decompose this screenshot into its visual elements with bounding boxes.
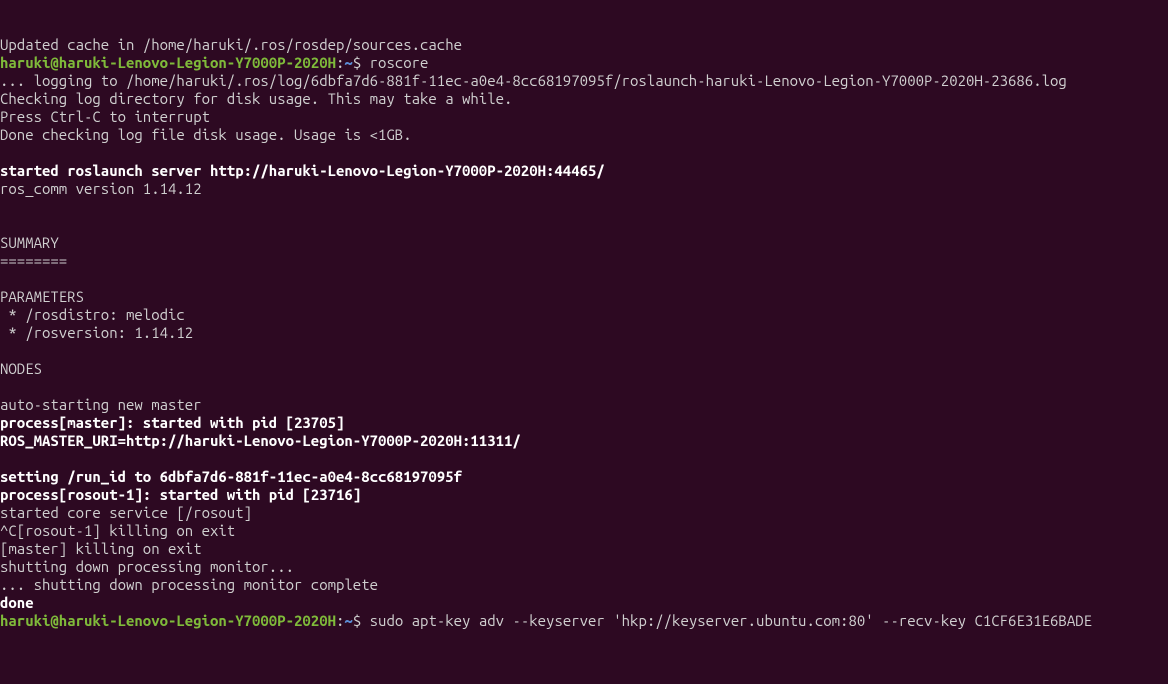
output-line: shutting down processing monitor... — [0, 558, 294, 575]
output-line: Press Ctrl-C to interrupt — [0, 108, 210, 125]
output-line: auto-starting new master — [0, 396, 202, 413]
output-line: ======== — [0, 252, 67, 269]
output-line: SUMMARY — [0, 234, 59, 251]
output-line: started core service [/rosout] — [0, 504, 252, 521]
output-line-bold: started roslaunch server http://haruki-L… — [0, 162, 605, 179]
output-line-bold: done — [0, 594, 34, 611]
output-line: Checking log directory for disk usage. T… — [0, 90, 512, 107]
output-line: [master] killing on exit — [0, 540, 202, 557]
output-line: ... shutting down processing monitor com… — [0, 576, 378, 593]
output-line: NODES — [0, 360, 42, 377]
output-line-bold: setting /run_id to 6dbfa7d6-881f-11ec-a0… — [0, 468, 462, 485]
prompt-end: $ — [353, 612, 370, 629]
prompt-path: ~ — [344, 612, 352, 629]
prompt-user: haruki@haruki-Lenovo-Legion-Y7000P-2020H — [0, 54, 336, 71]
output-line: ^C[rosout-1] killing on exit — [0, 522, 235, 539]
output-line-bold: ROS_MASTER_URI=http://haruki-Lenovo-Legi… — [0, 432, 521, 449]
prompt-path: ~ — [344, 54, 352, 71]
output-line: ros_comm version 1.14.12 — [0, 180, 202, 197]
output-line: * /rosversion: 1.14.12 — [0, 324, 193, 341]
output-line-bold: process[rosout-1]: started with pid [237… — [0, 486, 361, 503]
command-input: roscore — [370, 54, 429, 71]
command-input: sudo apt-key adv --keyserver 'hkp://keys… — [370, 612, 1092, 629]
prompt-user: haruki@haruki-Lenovo-Legion-Y7000P-2020H — [0, 612, 336, 629]
output-line: ... logging to /home/haruki/.ros/log/6db… — [0, 72, 1067, 89]
output-line: PARAMETERS — [0, 288, 84, 305]
prompt-sep: : — [336, 612, 344, 629]
output-line: Updated cache in /home/haruki/.ros/rosde… — [0, 36, 462, 53]
prompt-end: $ — [353, 54, 370, 71]
output-line: * /rosdistro: melodic — [0, 306, 185, 323]
output-line: Done checking log file disk usage. Usage… — [0, 126, 412, 143]
output-line-bold: process[master]: started with pid [23705… — [0, 414, 344, 431]
terminal-output[interactable]: Updated cache in /home/haruki/.ros/rosde… — [0, 36, 1168, 630]
